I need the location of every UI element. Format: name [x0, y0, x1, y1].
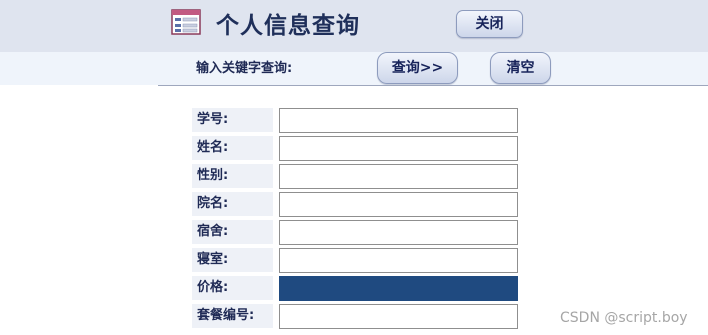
room-label: 寝室: — [192, 248, 273, 272]
price-label: 价格: — [192, 276, 273, 300]
student-id-label: 学号: — [192, 108, 273, 132]
field-row-gender: 性别: — [192, 164, 520, 190]
price-field[interactable] — [279, 276, 518, 301]
student-id-field[interactable] — [279, 108, 518, 133]
college-label: 院名: — [192, 192, 273, 216]
page-title: 个人信息查询 — [216, 13, 360, 39]
college-field[interactable] — [279, 192, 518, 217]
package-id-label: 套餐编号: — [192, 304, 273, 328]
package-id-field[interactable] — [279, 304, 518, 329]
field-row-name: 姓名: — [192, 136, 520, 162]
form-icon — [171, 9, 201, 35]
dormitory-label: 宿舍: — [192, 220, 273, 244]
divider — [158, 85, 708, 86]
search-label: 输入关键字查询: — [196, 61, 293, 76]
field-row-price: 价格: — [192, 276, 520, 302]
header-bar: 个人信息查询 关闭 — [0, 0, 708, 52]
watermark: CSDN @script.boy — [560, 310, 688, 326]
name-label: 姓名: — [192, 136, 273, 160]
field-row-package-id: 套餐编号: — [192, 304, 520, 330]
field-row-student-id: 学号: — [192, 108, 520, 134]
clear-button[interactable]: 清空 — [490, 52, 551, 84]
gender-label: 性别: — [192, 164, 273, 188]
name-field[interactable] — [279, 136, 518, 161]
room-field[interactable] — [279, 248, 518, 273]
field-row-college: 院名: — [192, 192, 520, 218]
gender-field[interactable] — [279, 164, 518, 189]
field-row-dormitory: 宿舍: — [192, 220, 520, 246]
close-button[interactable]: 关闭 — [456, 10, 523, 38]
search-bar: 输入关键字查询: 查询>> 清空 — [0, 52, 708, 85]
field-row-room: 寝室: — [192, 248, 520, 274]
query-button[interactable]: 查询>> — [377, 52, 458, 84]
dormitory-field[interactable] — [279, 220, 518, 245]
